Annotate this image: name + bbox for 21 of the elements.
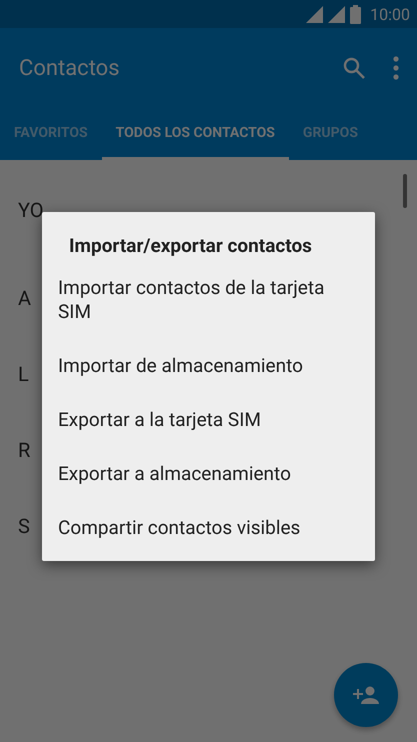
menu-item[interactable]: Importar contactos de la tarjeta SIM (42, 261, 375, 339)
scrollbar (403, 174, 407, 208)
menu-item[interactable]: Compartir contactos visibles (42, 501, 375, 555)
section-letter: R (18, 438, 30, 462)
more-icon[interactable] (393, 56, 399, 80)
add-person-icon (353, 686, 379, 704)
battery-icon (350, 4, 362, 24)
app-title: Contactos (19, 56, 121, 80)
search-icon[interactable] (343, 57, 365, 79)
section-letter: L (18, 362, 29, 386)
profile-label: YO (18, 198, 44, 222)
section-letter: S (18, 514, 30, 538)
menu-item[interactable]: Exportar a la tarjeta SIM (42, 393, 375, 447)
dialog-title: Importar/exportar contactos (68, 234, 313, 259)
section-letter: A (18, 286, 32, 310)
clock: 10:00 (370, 4, 410, 24)
signal-icon (328, 6, 346, 22)
menu-item[interactable]: Importar de almacenamiento (42, 339, 375, 393)
menu-item[interactable]: Exportar a almacenamiento (42, 447, 375, 501)
add-contact-button[interactable] (334, 663, 398, 727)
signal-icon (306, 6, 324, 22)
